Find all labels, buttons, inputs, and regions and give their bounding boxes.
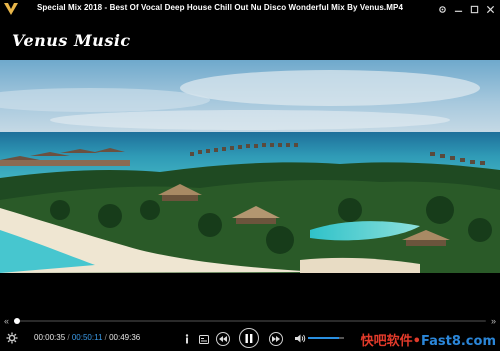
gear-icon[interactable] (6, 332, 18, 344)
maximize-button[interactable] (466, 1, 482, 17)
subtitle-icon (199, 334, 209, 344)
time-separator: / (67, 333, 70, 342)
minimize-button[interactable] (450, 1, 466, 17)
brand-dot: • (412, 334, 421, 349)
site-brand: 快吧软件•Fast8.com (361, 330, 496, 349)
title-bar: Special Mix 2018 - Best Of Vocal Deep Ho… (0, 0, 500, 18)
previous-button[interactable] (216, 332, 230, 346)
info-icon (185, 334, 189, 344)
window-title: Special Mix 2018 - Best Of Vocal Deep Ho… (36, 3, 404, 12)
play-pause-button[interactable] (239, 328, 259, 348)
settings-icon (438, 5, 446, 13)
video-frame (0, 60, 500, 273)
seek-back-icon[interactable]: « (4, 316, 9, 326)
volume-level (308, 337, 339, 339)
settings-menu-button[interactable] (434, 1, 450, 17)
seek-thumb[interactable] (14, 318, 21, 324)
subtitle-button[interactable] (198, 333, 210, 345)
previous-icon (219, 336, 227, 342)
close-button[interactable] (482, 1, 498, 17)
close-icon (486, 5, 494, 13)
current-time: 00:00:35 (34, 333, 66, 342)
brand-cn: 快吧软件 (360, 334, 413, 349)
video-area[interactable]: Venus Music (0, 18, 500, 316)
pause-icon (245, 333, 253, 343)
time-separator-2: / (104, 333, 107, 342)
next-button[interactable] (269, 332, 283, 346)
seek-bar[interactable]: « » (0, 316, 500, 326)
next-icon (272, 336, 280, 342)
time-display: 00:00:35 / 00:50:11 / 00:49:36 (34, 333, 140, 342)
control-bar: 00:00:35 / 00:50:11 / 00:49:36 快吧软件•Fast… (0, 326, 500, 351)
seek-track[interactable] (14, 318, 486, 324)
volume-button[interactable] (294, 332, 306, 344)
maximize-icon (470, 5, 478, 13)
info-button[interactable] (182, 333, 192, 345)
video-watermark: Venus Music (12, 31, 131, 50)
seek-forward-icon[interactable]: » (491, 316, 496, 326)
volume-slider[interactable] (308, 337, 344, 339)
duration-time: 00:49:36 (109, 333, 141, 342)
ab-time[interactable]: 00:50:11 (72, 333, 103, 342)
minimize-icon (454, 10, 462, 12)
window-controls (434, 1, 498, 17)
brand-en: Fast8.com (420, 334, 496, 349)
volume-icon (294, 334, 305, 342)
